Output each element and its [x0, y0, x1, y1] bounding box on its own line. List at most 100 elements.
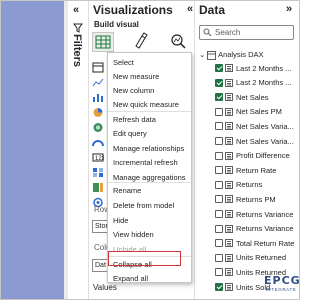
field-item[interactable]: Returns Variance	[215, 223, 293, 235]
field-checkbox[interactable]	[215, 195, 223, 204]
data-title: Data	[199, 3, 226, 17]
field-item[interactable]: Units Returned	[215, 252, 286, 264]
field-label: Returns	[236, 180, 263, 190]
menu-item-rename[interactable]: Rename	[113, 186, 141, 195]
gauge-visual-icon[interactable]	[92, 137, 104, 148]
report-canvas[interactable]	[0, 0, 64, 300]
menu-item-manage-aggregations[interactable]: Manage aggregations	[113, 173, 186, 182]
field-checkbox[interactable]	[215, 283, 223, 291]
field-label: Net Sales	[236, 92, 269, 102]
table-visual-icon[interactable]	[92, 62, 104, 73]
field-checkbox[interactable]	[215, 151, 223, 160]
field-checkbox[interactable]	[215, 180, 223, 189]
menu-item-new-measure[interactable]: New measure	[113, 72, 159, 81]
field-item[interactable]: Returns	[215, 179, 262, 191]
field-checkbox[interactable]	[215, 93, 223, 102]
field-checkbox[interactable]	[215, 210, 223, 218]
field-item[interactable]: Net Sales Varia...	[215, 120, 294, 132]
visualizations-title: Visualizations	[93, 3, 173, 17]
collapse-all-highlight	[108, 251, 181, 266]
field-item[interactable]: Profit Difference	[215, 150, 290, 162]
field-label: Units Returned	[236, 253, 287, 263]
line-chart-icon[interactable]	[92, 77, 104, 88]
field-checkbox[interactable]	[215, 107, 223, 116]
table-node-analysis-dax[interactable]: ⌄ Analysis DAX	[199, 50, 264, 60]
epcg-logo: EPCG INTEGRATE	[264, 270, 300, 298]
build-visual-tab-icon[interactable]	[92, 32, 114, 52]
card-visual-icon[interactable]: 123	[92, 152, 104, 163]
calculator-icon	[225, 253, 233, 262]
context-menu: Select New measure New column New quick mea…	[107, 52, 192, 283]
columns-field-well[interactable]: Dat	[92, 259, 108, 272]
data-collapse-button[interactable]: »	[286, 3, 292, 15]
field-item[interactable]: Last 2 Months ...	[215, 77, 291, 89]
field-label: Net Sales Varia...	[236, 121, 294, 131]
table-name: Analysis DAX	[218, 50, 264, 59]
field-checkbox[interactable]	[215, 224, 223, 233]
analytics-tab-icon[interactable]	[168, 32, 190, 52]
calculator-icon	[225, 195, 233, 204]
field-checkbox[interactable]	[215, 78, 223, 87]
menu-item-expand-all[interactable]: Expand all	[113, 274, 148, 283]
menu-item-delete-from-model[interactable]: Delete from model	[113, 201, 174, 210]
menu-item-manage-relationships[interactable]: Manage relationships	[113, 144, 184, 153]
format-visual-tab-icon[interactable]	[131, 32, 153, 52]
field-checkbox[interactable]	[215, 122, 223, 131]
menu-item-edit-query[interactable]: Edit query	[113, 129, 147, 138]
search-input[interactable]: Search	[199, 25, 294, 40]
pie-chart-icon[interactable]	[92, 107, 104, 118]
field-checkbox[interactable]	[215, 137, 223, 145]
field-item[interactable]: Return Rate	[215, 164, 276, 176]
field-item[interactable]: Net Sales	[215, 91, 269, 103]
field-label: Last 2 Months ...	[236, 63, 292, 73]
menu-item-new-quick-measure[interactable]: New quick measure	[113, 100, 179, 109]
field-label: Net Sales Varia...	[236, 136, 294, 146]
calculator-icon	[225, 283, 233, 291]
visualizations-collapse-button[interactable]: «	[187, 3, 193, 15]
calculator-icon	[225, 107, 233, 116]
field-item[interactable]: Total Return Rate	[215, 237, 294, 249]
field-item[interactable]: Last 2 Months ...	[215, 62, 291, 74]
field-checkbox[interactable]	[215, 268, 223, 277]
logo-subtext: INTEGRATE	[265, 287, 297, 292]
field-checkbox[interactable]	[215, 253, 223, 262]
calculator-icon	[225, 224, 233, 233]
matrix-visual-icon[interactable]	[92, 167, 104, 178]
field-label: Total Return Rate	[236, 238, 295, 248]
chevron-down-icon[interactable]: ⌄	[199, 50, 205, 59]
field-checkbox[interactable]	[215, 239, 223, 248]
field-label: Returns Variance	[236, 209, 294, 219]
menu-item-hide[interactable]: Hide	[113, 216, 128, 225]
menu-item-view-hidden[interactable]: View hidden	[113, 230, 154, 239]
map-visual-icon[interactable]	[92, 122, 104, 133]
filters-collapse-button[interactable]: «	[73, 4, 79, 16]
rows-field-well[interactable]: Stor	[92, 220, 108, 233]
search-placeholder: Search	[215, 28, 241, 37]
calculator-icon	[225, 122, 233, 131]
field-checkbox[interactable]	[215, 166, 223, 175]
filters-title: Filters	[71, 34, 83, 68]
field-item[interactable]: Net Sales Varia...	[215, 135, 294, 147]
calculator-icon	[225, 78, 233, 87]
menu-item-new-column[interactable]: New column	[113, 86, 154, 95]
calculator-icon	[225, 239, 233, 248]
field-label: Last 2 Months ...	[236, 78, 292, 88]
field-label: Return Rate	[236, 165, 277, 175]
bar-chart-icon[interactable]	[92, 92, 104, 103]
menu-item-incremental-refresh[interactable]: Incremental refresh	[113, 158, 178, 167]
treemap-visual-icon[interactable]	[92, 182, 104, 193]
calculator-icon	[225, 64, 233, 72]
field-checkbox[interactable]	[215, 64, 223, 72]
visual-types-column: 123	[92, 62, 105, 212]
field-item[interactable]: Units Sold	[215, 281, 270, 293]
table-icon	[207, 50, 217, 60]
field-item[interactable]: Net Sales PM	[215, 106, 282, 118]
build-visual-label: Build visual	[94, 20, 139, 29]
calculator-icon	[225, 166, 233, 175]
field-label: Profit Difference	[236, 151, 290, 161]
calculator-icon	[225, 93, 233, 102]
field-item[interactable]: Returns Variance	[215, 208, 293, 220]
menu-item-select[interactable]: Select	[113, 58, 134, 67]
field-item[interactable]: Returns PM	[215, 193, 276, 205]
menu-item-refresh-data[interactable]: Refresh data	[113, 115, 156, 124]
